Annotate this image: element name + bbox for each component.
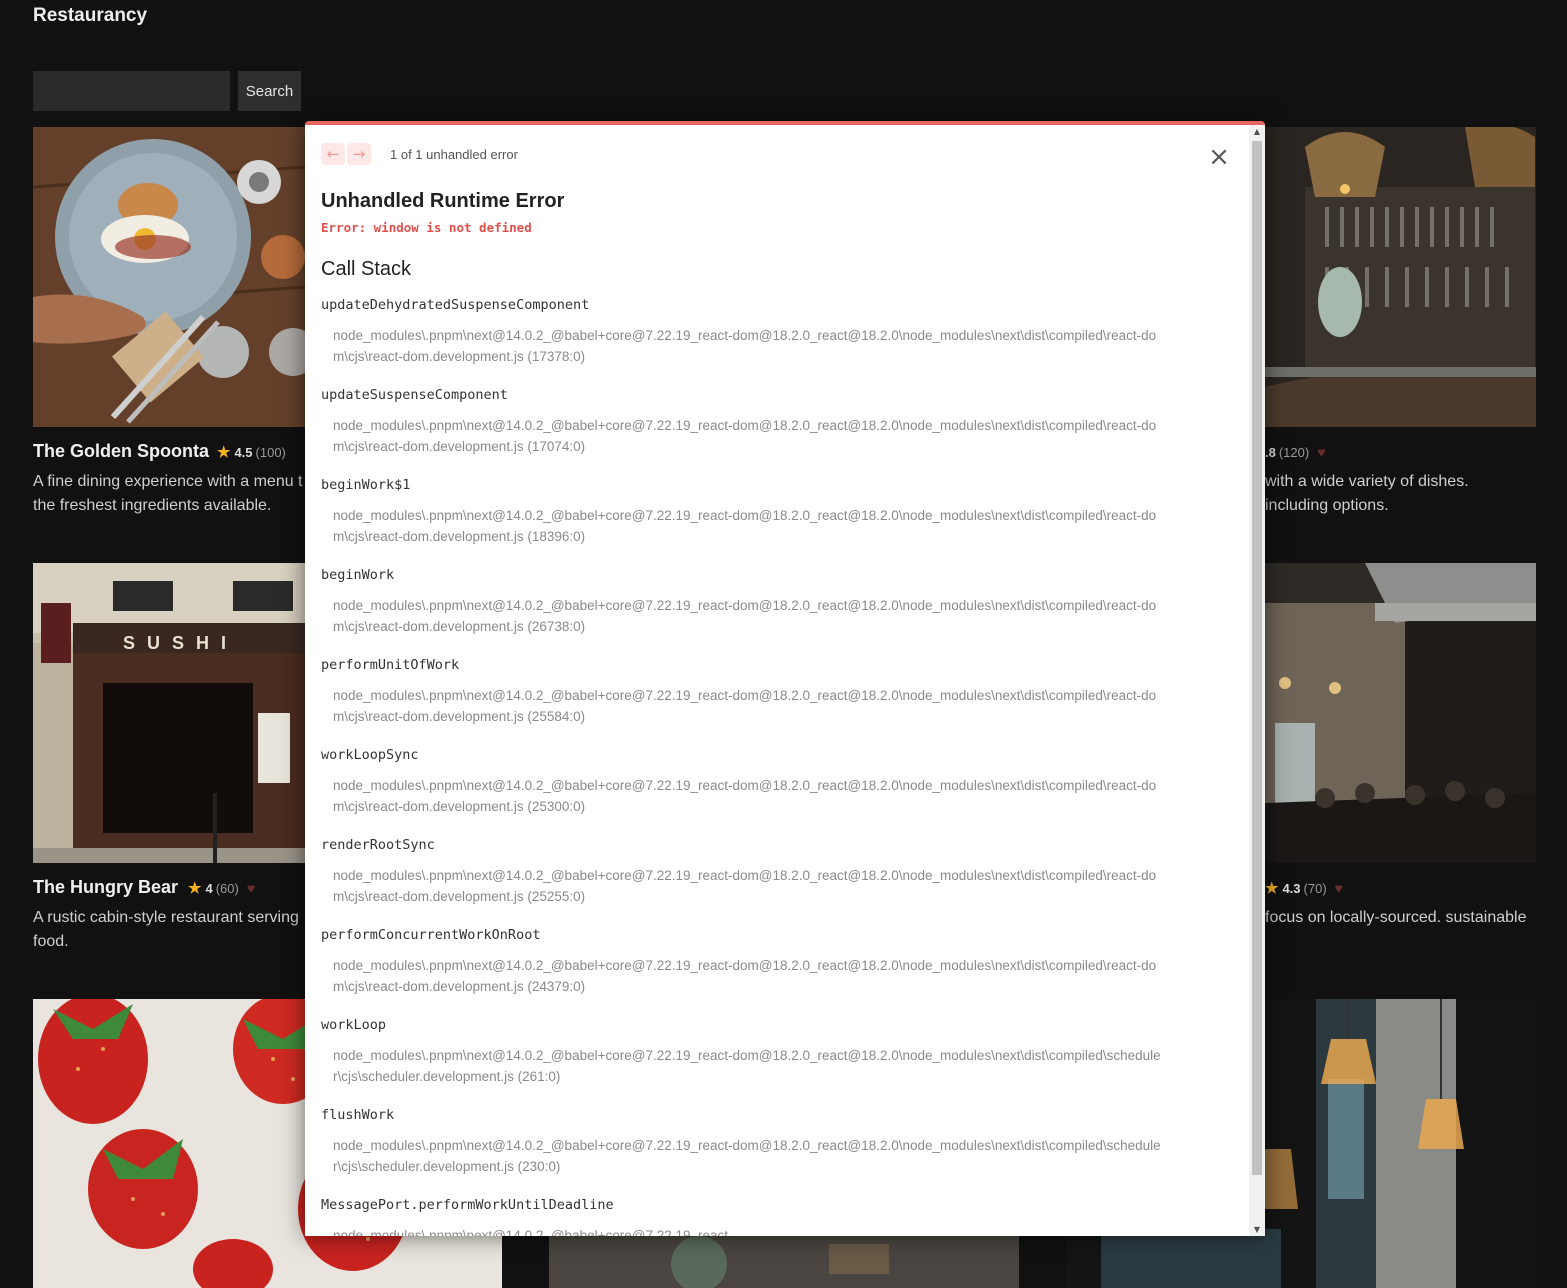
call-stack-heading: Call Stack <box>321 258 412 280</box>
stack-frame-file[interactable]: node_modules\.pnpm\next@14.0.2_@babel+co… <box>333 1135 1161 1177</box>
overlay-scrollbar[interactable]: ▲ ▼ <box>1249 125 1265 1236</box>
scroll-up-icon[interactable]: ▲ <box>1249 127 1265 136</box>
stack-frame-function: updateDehydratedSuspenseComponent <box>321 297 590 313</box>
restaurant-rating: 4.5 <box>234 445 253 460</box>
stack-frame[interactable]: updateSuspenseComponent node_modules\.pn… <box>321 385 1161 475</box>
restaurant-description: A fine dining experience with a menu t t… <box>33 473 303 514</box>
stack-frame[interactable]: beginWork node_modules\.pnpm\next@14.0.2… <box>321 565 1161 655</box>
stack-frame-file[interactable]: node_modules\.pnpm\next@14.0.2_@babel+co… <box>333 1225 1161 1236</box>
arrow-left-icon[interactable]: ← <box>321 143 345 165</box>
error-overlay: ← → 1 of 1 unhandled error Unhandled Run… <box>305 121 1265 1236</box>
stack-frame[interactable]: performConcurrentWorkOnRoot node_modules… <box>321 925 1161 1015</box>
restaurant-description: A rustic cabin-style restaurant serving … <box>33 909 299 950</box>
heart-icon[interactable]: ♥ <box>1335 880 1343 896</box>
stack-frame[interactable]: performUnitOfWork node_modules\.pnpm\nex… <box>321 655 1161 745</box>
svg-text:SUSHI: SUSHI <box>123 633 238 653</box>
error-overlay-content[interactable]: ← → 1 of 1 unhandled error Unhandled Run… <box>305 125 1249 1236</box>
stack-frame-function: workLoopSync <box>321 747 419 763</box>
error-heading: Unhandled Runtime Error <box>321 190 565 212</box>
stack-frame[interactable]: beginWork$1 node_modules\.pnpm\next@14.0… <box>321 475 1161 565</box>
error-counter: 1 of 1 unhandled error <box>390 147 518 162</box>
stack-frame-function: beginWork <box>321 567 395 583</box>
stack-frame[interactable]: renderRootSync node_modules\.pnpm\next@1… <box>321 835 1161 925</box>
stack-frame[interactable]: flushWork node_modules\.pnpm\next@14.0.2… <box>321 1105 1161 1195</box>
restaurant-photo[interactable] <box>1265 563 1536 863</box>
restaurant-name[interactable]: The Golden Spoonta <box>33 441 209 461</box>
error-message: Error: window is not defined <box>321 220 532 235</box>
close-icon[interactable]: × <box>1207 144 1231 170</box>
restaurant-description: with a wide variety of dishes. including… <box>1265 473 1469 514</box>
stack-frame-file[interactable]: node_modules\.pnpm\next@14.0.2_@babel+co… <box>333 865 1161 907</box>
stack-frame-function: flushWork <box>321 1107 395 1123</box>
arrow-right-icon[interactable]: → <box>347 143 371 165</box>
stack-frame-function: workLoop <box>321 1017 387 1033</box>
stack-frame[interactable]: updateDehydratedSuspenseComponent node_m… <box>321 295 1161 385</box>
stack-frame-function: beginWork$1 <box>321 477 411 493</box>
restaurant-photo[interactable]: SUSHI <box>33 563 305 863</box>
stack-frame-file[interactable]: node_modules\.pnpm\next@14.0.2_@babel+co… <box>333 325 1161 367</box>
restaurant-rating: 4 <box>205 881 213 896</box>
review-count: (70) <box>1303 881 1327 896</box>
review-count: (60) <box>215 881 239 896</box>
stack-frame-file[interactable]: node_modules\.pnpm\next@14.0.2_@babel+co… <box>333 1045 1161 1087</box>
restaurant-rating: 4.3 <box>1282 881 1301 896</box>
error-pagination: ← → <box>321 143 371 165</box>
stack-frame-file[interactable]: node_modules\.pnpm\next@14.0.2_@babel+co… <box>333 505 1161 547</box>
stack-frame[interactable]: workLoopSync node_modules\.pnpm\next@14.… <box>321 745 1161 835</box>
restaurant-description: focus on locally-sourced. sustainable <box>1265 909 1527 926</box>
restaurant-rating: .8 <box>1265 445 1276 460</box>
scroll-down-icon[interactable]: ▼ <box>1249 1225 1265 1234</box>
stack-frame-file[interactable]: node_modules\.pnpm\next@14.0.2_@babel+co… <box>333 685 1161 727</box>
restaurant-photo[interactable] <box>33 127 305 427</box>
stack-frame-function: MessagePort.performWorkUntilDeadline <box>321 1197 614 1213</box>
stack-frame-file[interactable]: node_modules\.pnpm\next@14.0.2_@babel+co… <box>333 955 1161 997</box>
stack-frame[interactable]: workLoop node_modules\.pnpm\next@14.0.2_… <box>321 1015 1161 1105</box>
restaurant-photo[interactable] <box>1265 127 1536 427</box>
review-count: (120) <box>1278 445 1310 460</box>
app-title[interactable]: Restaurancy <box>33 5 147 27</box>
scrollbar-thumb[interactable] <box>1252 141 1262 1175</box>
stack-frame[interactable]: MessagePort.performWorkUntilDeadline nod… <box>321 1195 1161 1236</box>
star-icon: ★ <box>217 444 231 461</box>
stack-frame-function: performConcurrentWorkOnRoot <box>321 927 541 943</box>
review-count: (100) <box>255 445 286 460</box>
search-button[interactable]: Search <box>238 71 301 111</box>
star-icon: ★ <box>1265 880 1279 897</box>
call-stack-list: updateDehydratedSuspenseComponent node_m… <box>321 295 1161 1236</box>
restaurant-name[interactable]: The Hungry Bear <box>33 877 178 897</box>
stack-frame-function: renderRootSync <box>321 837 435 853</box>
heart-icon[interactable]: ♥ <box>247 880 255 896</box>
star-icon: ★ <box>188 880 202 897</box>
stack-frame-file[interactable]: node_modules\.pnpm\next@14.0.2_@babel+co… <box>333 775 1161 817</box>
search-input[interactable] <box>33 71 230 111</box>
heart-icon[interactable]: ♥ <box>1317 444 1325 460</box>
stack-frame-file[interactable]: node_modules\.pnpm\next@14.0.2_@babel+co… <box>333 595 1161 637</box>
stack-frame-function: updateSuspenseComponent <box>321 387 508 403</box>
stack-frame-function: performUnitOfWork <box>321 657 460 673</box>
stack-frame-file[interactable]: node_modules\.pnpm\next@14.0.2_@babel+co… <box>333 415 1161 457</box>
